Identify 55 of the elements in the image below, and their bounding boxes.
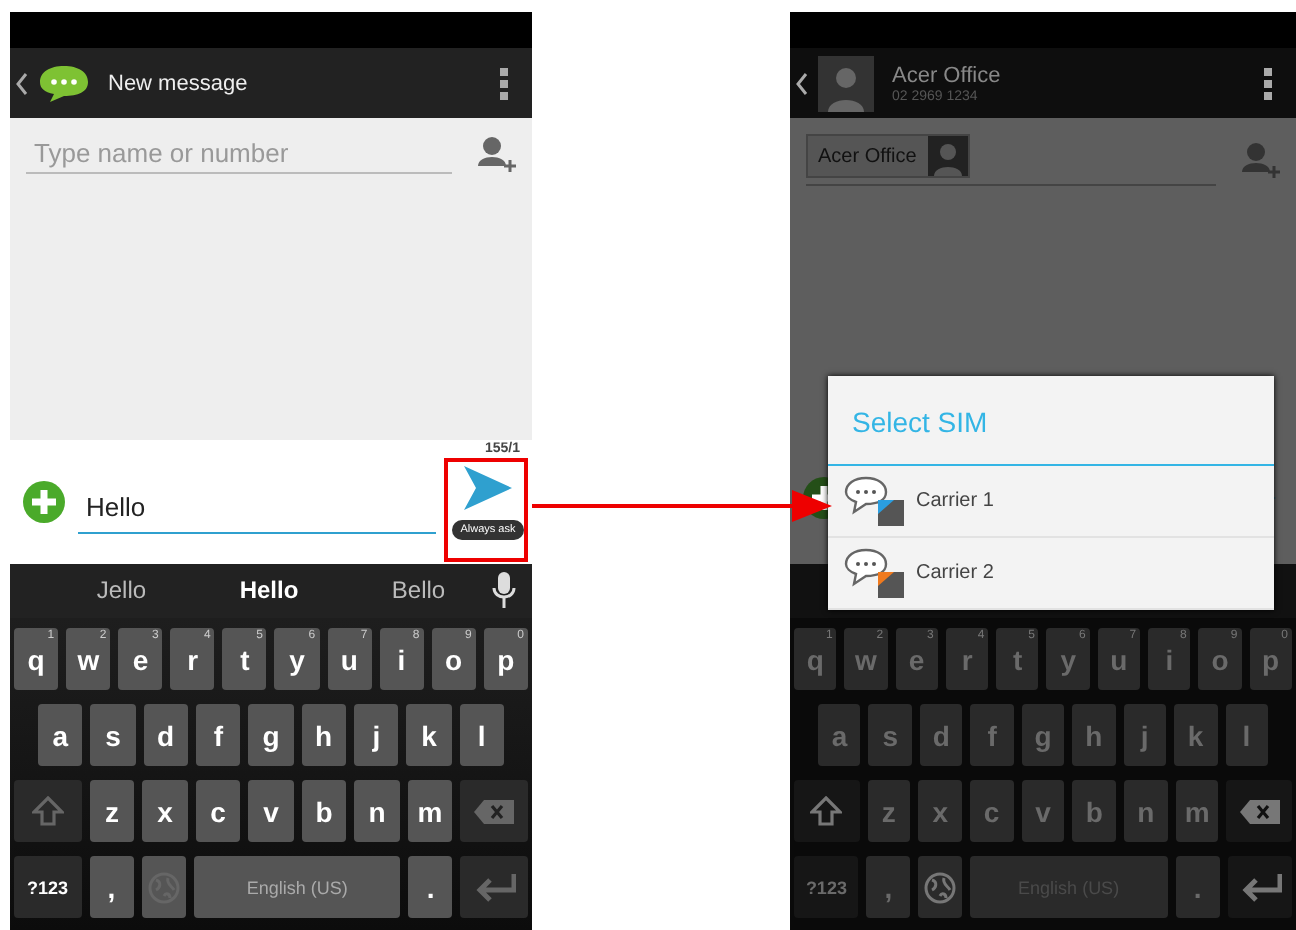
avatar-icon[interactable] — [818, 55, 874, 111]
backspace-key[interactable] — [1226, 780, 1293, 843]
keyboard-key[interactable]: j — [353, 704, 399, 767]
suggestion-word[interactable]: Bello — [391, 576, 446, 604]
suggestion-word[interactable]: Jello — [96, 576, 147, 604]
enter-key[interactable] — [1227, 856, 1293, 919]
keyboard-key[interactable]: m — [407, 780, 453, 843]
globe-icon — [923, 871, 956, 904]
keyboard-key[interactable]: b — [301, 780, 347, 843]
suggestion-word[interactable]: Hello — [239, 576, 299, 604]
enter-icon — [472, 873, 517, 902]
backspace-icon — [1239, 799, 1280, 824]
keyboard-key[interactable]: f — [195, 704, 241, 767]
menu-icon[interactable] — [1264, 67, 1272, 99]
back-icon[interactable] — [16, 71, 28, 95]
keyboard-key[interactable]: v — [248, 780, 294, 843]
backspace-icon — [474, 799, 515, 824]
keyboard-key[interactable]: g — [248, 704, 294, 767]
shift-key[interactable] — [794, 780, 860, 843]
add-attachment-icon[interactable] — [22, 480, 66, 524]
keyboard-key[interactable]: x — [142, 780, 188, 843]
shift-key[interactable] — [14, 780, 82, 843]
keyboard-key[interactable]: d — [143, 704, 188, 767]
send-icon[interactable] — [464, 465, 512, 509]
keyboard-key[interactable]: h — [301, 704, 346, 767]
dialog-title: Select SIM — [828, 376, 1274, 466]
keyboard-key[interactable]: ?123 — [14, 856, 82, 919]
shift-icon — [810, 795, 843, 828]
keyboard-key[interactable]: c — [195, 780, 241, 843]
keyboard-key[interactable]: . — [408, 856, 453, 919]
menu-icon[interactable] — [500, 67, 508, 99]
keyboard-key[interactable]: z — [89, 780, 135, 843]
keyboard-key[interactable]: a — [38, 704, 83, 767]
keyboard-key[interactable]: s — [90, 704, 136, 767]
chat-bubble-icon[interactable] — [38, 63, 90, 103]
message-field[interactable]: Hello — [78, 470, 436, 534]
avatar-icon — [928, 136, 969, 176]
language-key[interactable] — [141, 856, 187, 919]
keyboard-key[interactable]: k — [406, 704, 452, 767]
backspace-key[interactable] — [460, 780, 528, 843]
keyboard-key[interactable]: n — [354, 780, 400, 843]
add-contact-icon[interactable] — [476, 134, 516, 174]
back-icon[interactable] — [796, 71, 808, 95]
keyboard-key[interactable]: l — [459, 704, 504, 767]
sim-option[interactable]: Carrier 1 — [828, 466, 1274, 538]
shift-icon — [31, 795, 64, 828]
header-title: Acer Office — [892, 63, 1003, 87]
sim-option[interactable]: Carrier 2 — [828, 538, 1274, 610]
header-title: New message — [108, 71, 250, 95]
microphone-icon[interactable] — [492, 572, 516, 608]
enter-icon — [1237, 873, 1282, 902]
recipient-field[interactable]: Type name or number — [26, 134, 452, 174]
enter-key[interactable] — [460, 856, 528, 919]
keyboard-key[interactable]: , — [89, 856, 134, 919]
language-key[interactable] — [918, 856, 962, 919]
